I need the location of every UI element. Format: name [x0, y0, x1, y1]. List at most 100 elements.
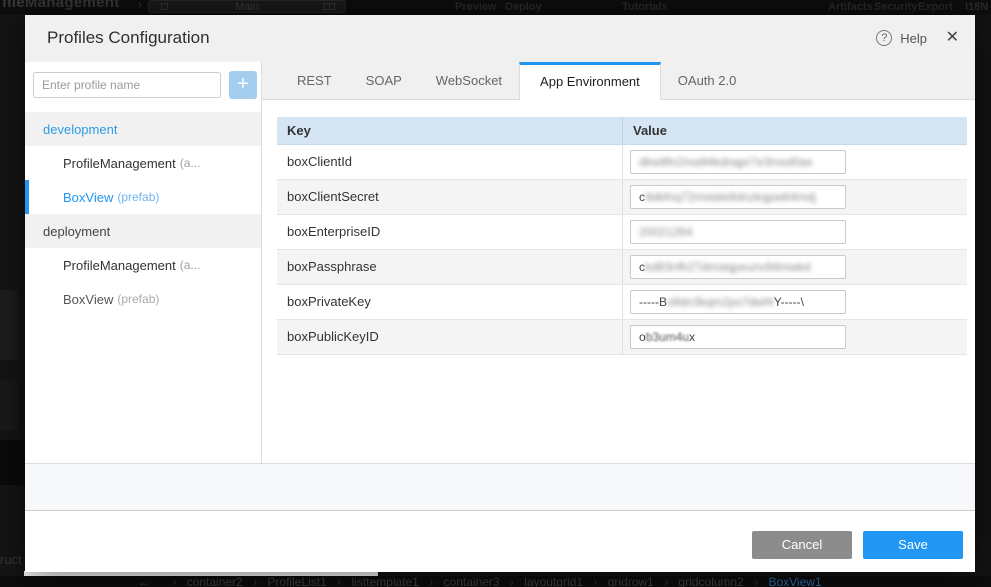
value-cell: -----Bx8dn3kqm2ps7dwf4Y-----\ [622, 285, 967, 319]
dialog-lower-strip [25, 463, 975, 511]
value-input[interactable]: c9dkfnq72mslale8dnzkqpw64mdj [630, 185, 846, 209]
dialog-footer: Cancel Save [25, 511, 975, 572]
table-row: boxPrivateKey -----Bx8dn3kqm2ps7dwf4Y---… [277, 285, 967, 320]
background-left-rail: ruct [0, 15, 25, 587]
tab-soap[interactable]: SOAP [349, 62, 419, 99]
help-button[interactable]: ? Help [876, 30, 927, 46]
value-input[interactable]: ob3um4ux [630, 325, 846, 349]
background-title-fragment: fileManagement [2, 0, 120, 11]
breadcrumb-item-selected: BoxView1 [768, 575, 821, 587]
value-input[interactable]: ckd83nfh27dmslqpeunv94mwkd [630, 255, 846, 279]
breadcrumb-separator: › [664, 575, 668, 587]
sidebar-item-profilemanagement-deploy[interactable]: ProfileManagement (a... [25, 248, 261, 282]
value-clear-text: x [689, 330, 695, 344]
profile-suffix: (a... [180, 156, 201, 170]
value-input[interactable]: dkw8fn2ma94kdnqpr7e3msd0ax [630, 150, 846, 174]
key-value-table: Key Value boxClientId dkw8fn2ma94kdnqpr7… [277, 117, 967, 355]
tab-websocket[interactable]: WebSocket [419, 62, 519, 99]
value-cell: 20021264 [622, 215, 967, 249]
key-cell: boxPrivateKey [277, 285, 622, 319]
sidebar-item-profilemanagement-dev[interactable]: ProfileManagement (a... [25, 146, 261, 180]
value-input[interactable]: -----Bx8dn3kqm2ps7dwf4Y-----\ [630, 290, 846, 314]
profile-tree: development ProfileManagement (a... BoxV… [25, 112, 261, 316]
key-cell: boxPublicKeyID [277, 320, 622, 354]
back-arrow-icon: ← [138, 575, 150, 587]
column-header-value: Value [622, 117, 967, 144]
menu-item-deploy: Deploy [505, 1, 542, 13]
profile-name-input[interactable] [33, 72, 221, 98]
help-label: Help [900, 31, 927, 46]
table-row: boxEnterpriseID 20021264 [277, 215, 967, 250]
breadcrumb-separator: › [253, 575, 257, 587]
profiles-configuration-dialog: Profiles Configuration ? Help ✕ + develo… [25, 15, 975, 572]
profile-label: BoxView [63, 190, 113, 205]
profile-suffix: (prefab) [117, 292, 159, 306]
sidebar-item-boxview-dev-selected[interactable]: BoxView (prefab) [25, 180, 261, 214]
value-masked-text: kd83nfh27dmslqpeunv94mwkd [645, 260, 810, 274]
column-header-key: Key [277, 117, 622, 144]
menu-item-preview: Preview [455, 1, 497, 13]
background-panel-block [0, 290, 18, 360]
value-clear-text: -----B [639, 295, 667, 309]
breadcrumb-item: listtemplate1 [351, 575, 418, 587]
value-masked-text: 20021264 [639, 225, 692, 239]
background-top-bar: fileManagement › Main Preview Deploy Tut… [0, 0, 991, 15]
page-name-label: Main [149, 1, 345, 13]
value-masked-text: b3um4u [646, 330, 689, 344]
breadcrumb-separator: › [754, 575, 758, 587]
help-icon: ? [876, 30, 892, 46]
value-cell: dkw8fn2ma94kdnqpr7e3msd0ax [622, 145, 967, 179]
key-cell: boxClientSecret [277, 180, 622, 214]
background-breadcrumb-bar: ← › container2 › ProfileList1 › listtemp… [0, 576, 991, 587]
profiles-sidebar: + development ProfileManagement (a... Bo… [25, 62, 262, 463]
key-cell: boxClientId [277, 145, 622, 179]
menu-item-security: Security [874, 1, 917, 13]
table-header-row: Key Value [277, 117, 967, 145]
table-row: boxClientId dkw8fn2ma94kdnqpr7e3msd0ax [277, 145, 967, 180]
tab-app-environment[interactable]: App Environment [519, 62, 661, 100]
sidebar-item-development[interactable]: development [25, 112, 261, 146]
screen: fileManagement › Main Preview Deploy Tut… [0, 0, 991, 587]
breadcrumb-separator: › [172, 575, 176, 587]
table-row: boxClientSecret c9dkfnq72mslale8dnzkqpw6… [277, 180, 967, 215]
menu-item-artifacts: Artifacts [828, 1, 873, 13]
background-page-selector: Main [148, 0, 346, 13]
dialog-header: Profiles Configuration ? Help ✕ [25, 15, 975, 62]
background-text-fragment: ruct [0, 552, 22, 567]
split-view-icon [323, 3, 335, 10]
dialog-title: Profiles Configuration [47, 28, 210, 48]
sidebar-item-deployment[interactable]: deployment [25, 214, 261, 248]
breadcrumb-item: container3 [444, 575, 500, 587]
value-input[interactable]: 20021264 [630, 220, 846, 244]
background-panel-block [0, 440, 25, 485]
close-icon[interactable]: ✕ [946, 27, 959, 47]
tab-content: Key Value boxClientId dkw8fn2ma94kdnqpr7… [262, 100, 975, 463]
profile-label: ProfileManagement [63, 156, 176, 171]
profile-label: BoxView [63, 292, 113, 307]
menu-item-tutorials: Tutorials [622, 1, 668, 13]
value-clear-text: Y-----\ [774, 295, 804, 309]
breadcrumb-separator: › [593, 575, 597, 587]
menu-item-i18n: I18N [965, 1, 988, 13]
breadcrumb-item: ProfileList1 [267, 575, 326, 587]
table-row: boxPublicKeyID ob3um4ux [277, 320, 967, 355]
tab-oauth2[interactable]: OAuth 2.0 [661, 62, 754, 99]
breadcrumb-item: gridcolumn2 [678, 575, 743, 587]
add-profile-button[interactable]: + [229, 71, 257, 99]
profile-suffix: (a... [180, 258, 201, 272]
breadcrumb-separator: › [337, 575, 341, 587]
breadcrumb-item: container2 [187, 575, 243, 587]
profile-label: ProfileManagement [63, 258, 176, 273]
value-cell: ckd83nfh27dmslqpeunv94mwkd [622, 250, 967, 284]
value-clear-text: o [639, 330, 646, 344]
breadcrumb-separator: › [429, 575, 433, 587]
save-button[interactable]: Save [863, 531, 963, 559]
tab-strip: REST SOAP WebSocket App Environment OAut… [262, 62, 975, 100]
value-masked-text: x8dn3kqm2ps7dwf4 [667, 295, 774, 309]
sidebar-item-boxview-deploy[interactable]: BoxView (prefab) [25, 282, 261, 316]
cancel-button[interactable]: Cancel [752, 531, 852, 559]
profile-group-label: deployment [43, 224, 110, 239]
tab-rest[interactable]: REST [280, 62, 349, 99]
profile-detail-panel: REST SOAP WebSocket App Environment OAut… [262, 62, 975, 463]
value-cell: c9dkfnq72mslale8dnzkqpw64mdj [622, 180, 967, 214]
